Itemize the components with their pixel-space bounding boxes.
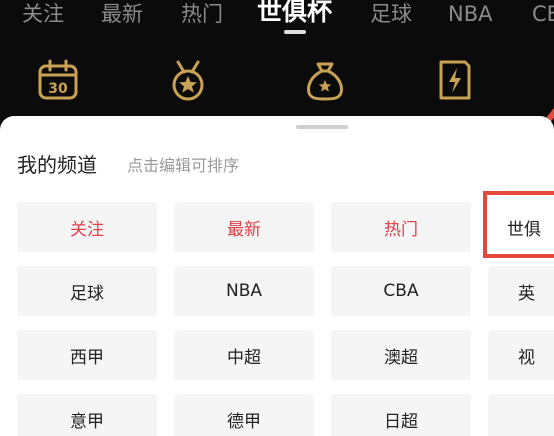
channel-chip-hot[interactable]: 热门 <box>331 202 471 252</box>
top-tab-bar: 关注 最新 热门 世俱杯 足球 NBA CB <box>0 0 554 40</box>
my-channels-title: 我的频道 <box>17 153 97 177</box>
tab-cba[interactable]: CB <box>532 1 554 27</box>
channel-chip-video[interactable]: 视 <box>488 330 554 380</box>
channel-sheet: 我的频道 点击编辑可排序 关注 最新 热门 世俱 足球 NBA CBA 英 西甲… <box>0 116 554 436</box>
channel-chip-latest[interactable]: 最新 <box>174 202 314 252</box>
channel-chip-csl[interactable]: 中超 <box>174 330 314 380</box>
tab-club-world-cup[interactable]: 世俱杯 <box>257 0 332 25</box>
edit-hint: 点击编辑可排序 <box>127 156 240 175</box>
channel-chip-a-league[interactable]: 澳超 <box>331 330 471 380</box>
channel-chip-cba[interactable]: CBA <box>331 266 471 316</box>
svg-text:30: 30 <box>48 81 68 97</box>
sheet-grabber[interactable] <box>296 125 348 129</box>
money-bag-icon[interactable] <box>301 56 349 104</box>
feature-icon-row: 30 <box>0 50 554 147</box>
tab-nba[interactable]: NBA <box>448 1 492 27</box>
channel-chip-nba[interactable]: NBA <box>174 266 314 316</box>
active-tab-indicator <box>284 30 306 34</box>
channel-chip-football[interactable]: 足球 <box>17 266 157 316</box>
channel-chip-j-league[interactable]: 日超 <box>331 394 471 436</box>
calendar-30-icon[interactable]: 30 <box>34 56 82 104</box>
tab-hot[interactable]: 热门 <box>181 1 223 27</box>
channel-chip-club-world-cup-highlighted[interactable]: 世俱 <box>483 191 554 258</box>
tab-football[interactable]: 足球 <box>370 1 412 27</box>
channel-chip-follow[interactable]: 关注 <box>17 202 157 252</box>
channel-chip-label: 世俱 <box>507 220 541 240</box>
channel-chip-partial[interactable] <box>488 394 554 436</box>
tab-latest[interactable]: 最新 <box>101 1 143 27</box>
channel-chip-premier-league[interactable]: 英 <box>488 266 554 316</box>
channel-chip-la-liga[interactable]: 西甲 <box>17 330 157 380</box>
channel-chip-bundesliga[interactable]: 德甲 <box>174 394 314 436</box>
channel-chip-serie-a[interactable]: 意甲 <box>17 394 157 436</box>
medal-star-icon[interactable] <box>164 56 212 104</box>
lightning-card-icon[interactable] <box>431 56 479 104</box>
tab-follow[interactable]: 关注 <box>22 1 64 27</box>
